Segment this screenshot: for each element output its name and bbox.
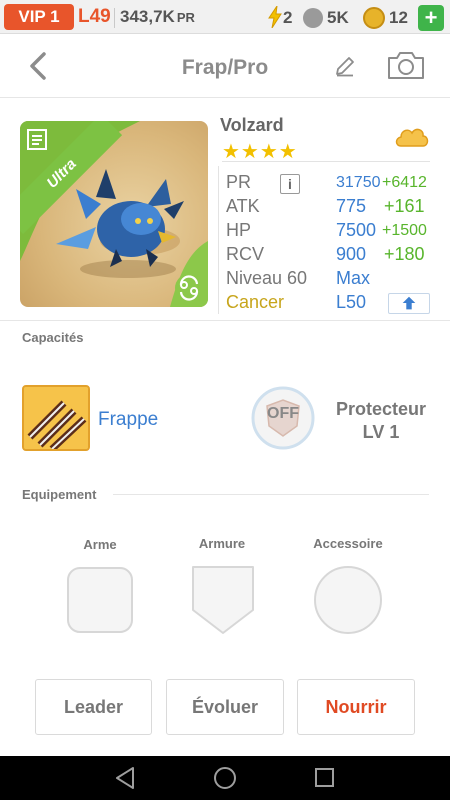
divider	[218, 166, 219, 314]
system-nav-bar	[0, 756, 450, 800]
armor-label: Armure	[198, 536, 246, 551]
passive-off-badge: OFF	[267, 405, 299, 422]
food-count: 5K	[327, 8, 349, 27]
coin-count: 12	[389, 8, 408, 27]
stat-label: RCV	[226, 244, 265, 264]
stat-label: HP	[226, 220, 252, 240]
stat-bonus: +180	[384, 244, 425, 264]
upgrade-arrow-button[interactable]	[388, 293, 430, 314]
stat-row-level: Niveau 60 Max	[226, 268, 436, 292]
status-bar: VIP 1 L49 343,7K PR 2 5K 12 +	[0, 0, 450, 34]
power-rating-value: 343,7K	[120, 7, 175, 26]
accessory-label: Accessoire	[313, 536, 383, 551]
skill-icon[interactable]	[22, 385, 90, 451]
info-icon[interactable]: i	[280, 174, 300, 194]
monster-portrait[interactable]: Ultra	[20, 121, 208, 307]
stat-value: Max	[336, 268, 371, 288]
add-currency-button[interactable]: +	[418, 5, 444, 31]
stat-label: ATK	[226, 196, 260, 216]
cloud-element-icon[interactable]	[393, 122, 431, 152]
power-rating: 343,7K PR	[120, 7, 195, 27]
stat-value: L50	[336, 292, 367, 312]
nav-home-icon[interactable]	[214, 767, 236, 789]
stat-value: 7500	[336, 220, 377, 240]
stat-value: 775	[336, 196, 367, 216]
paw-icon	[303, 8, 323, 28]
weapon-slot[interactable]	[66, 566, 134, 634]
stat-value: 31750	[336, 174, 381, 191]
note-icon[interactable]	[26, 127, 48, 151]
passive-skill[interactable]: Protecteur LV 1	[322, 398, 440, 444]
stat-row-atk: ATK 775 +161	[226, 196, 436, 220]
monster-illustration	[56, 169, 184, 278]
armor-slot[interactable]	[190, 564, 256, 636]
player-level: L49	[78, 6, 111, 27]
power-rating-unit: PR	[176, 10, 195, 25]
stat-row-pr: PR i 31750 +6412	[226, 172, 436, 196]
divider	[222, 161, 430, 162]
passive-name: Protecteur	[335, 399, 427, 419]
lightning-icon	[268, 6, 282, 28]
stat-row-rcv: RCV 900 +180	[226, 244, 436, 268]
camera-icon[interactable]	[387, 50, 425, 80]
claw-slash-icon	[24, 387, 88, 449]
stat-value: 900	[336, 244, 367, 264]
page-title: Frap/Pro	[181, 56, 269, 79]
pencil-icon[interactable]	[334, 55, 356, 77]
stat-bonus: +161	[384, 196, 425, 216]
nav-recents-icon[interactable]	[315, 768, 334, 787]
status-divider	[114, 8, 115, 28]
section-title-capacities: Capacités	[22, 330, 84, 345]
passive-level: LV 1	[362, 422, 400, 442]
leader-button[interactable]: Leader	[35, 679, 152, 735]
stat-bonus: +6412	[382, 174, 427, 191]
divider	[0, 320, 450, 321]
weapon-label: Arme	[83, 537, 117, 552]
stat-bonus: +1500	[382, 222, 427, 239]
stat-row-hp: HP 7500 +1500	[226, 220, 436, 244]
stat-label: Niveau 60	[226, 268, 308, 288]
divider	[113, 494, 429, 495]
vip-badge[interactable]: VIP 1	[4, 4, 74, 30]
stat-row-sign: Cancer L50	[226, 292, 436, 316]
coin-icon	[363, 7, 385, 29]
evolve-button[interactable]: Évoluer	[166, 679, 284, 735]
nav-back-icon[interactable]	[114, 766, 136, 790]
section-title-equipment: Equipement	[22, 487, 97, 502]
zodiac-label: Cancer	[226, 292, 285, 312]
accessory-slot[interactable]	[313, 565, 383, 635]
cancer-zodiac-icon	[175, 274, 203, 302]
feed-button[interactable]: Nourrir	[297, 679, 415, 735]
monster-name: Volzard	[220, 115, 284, 135]
skill-name[interactable]: Frappe	[98, 409, 158, 431]
energy-count: 2	[283, 8, 293, 27]
page-header: Frap/Pro	[0, 34, 450, 98]
stat-label: PR	[226, 172, 252, 192]
